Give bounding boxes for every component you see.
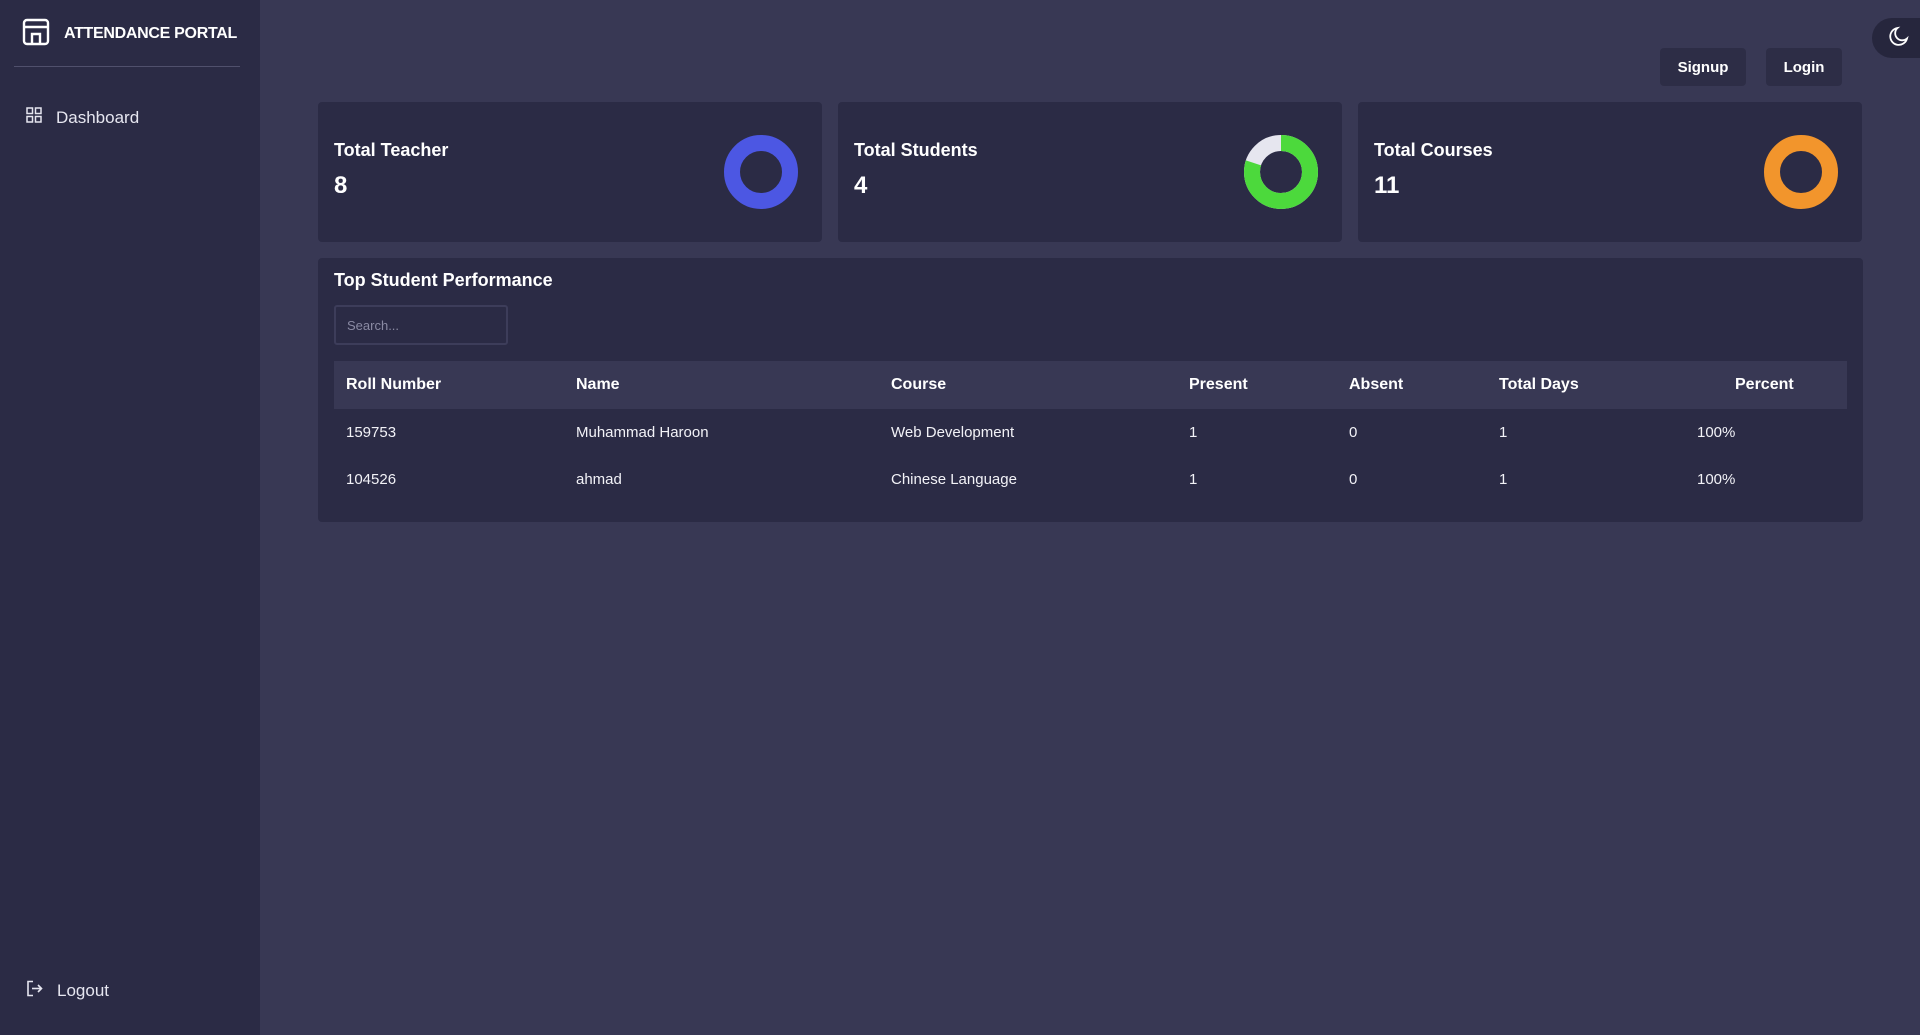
moon-icon — [1888, 25, 1910, 52]
grid-icon — [26, 107, 42, 128]
column-header[interactable]: Total Days — [1499, 376, 1579, 394]
table-cell: 159753 — [346, 424, 397, 441]
performance-panel: Top Student Performance Roll Number Name… — [318, 258, 1863, 522]
stat-value: 8 — [334, 172, 348, 199]
brand-title: ATTENDANCE PORTAL — [64, 25, 237, 42]
table-row[interactable]: 104526 ahmad Chinese Language 1 0 1 100% — [334, 458, 1847, 504]
courses-donut-chart — [1764, 135, 1838, 209]
logout-label: Logout — [57, 981, 109, 1000]
column-header[interactable]: Absent — [1349, 376, 1403, 394]
table-cell: 100% — [1697, 424, 1736, 441]
stat-card-teachers: Total Teacher 8 — [318, 102, 822, 242]
stat-card-students: Total Students 4 — [838, 102, 1342, 242]
table-cell: Chinese Language — [891, 471, 1017, 488]
table-row[interactable]: 159753 Muhammad Haroon Web Development 1… — [334, 411, 1847, 457]
sidebar-item-label: Dashboard — [56, 107, 140, 127]
students-donut-chart — [1244, 135, 1318, 209]
table-cell: 1 — [1499, 471, 1508, 488]
donut-ring — [1764, 135, 1838, 209]
brand[interactable]: ATTENDANCE PORTAL — [22, 18, 237, 50]
stat-card-courses: Total Courses 11 — [1358, 102, 1862, 242]
column-header[interactable]: Course — [891, 376, 946, 394]
table-cell: 0 — [1349, 424, 1358, 441]
table-cell: 0 — [1349, 471, 1358, 488]
teacher-donut-chart — [724, 135, 798, 209]
logout-icon — [26, 980, 43, 1002]
table-cell: 1 — [1499, 424, 1508, 441]
table-cell: 1 — [1189, 424, 1198, 441]
panel-title: Top Student Performance — [334, 270, 553, 290]
theme-toggle[interactable] — [1872, 18, 1920, 58]
sidebar: ATTENDANCE PORTAL Dashboard Logout — [0, 0, 260, 1035]
table-cell: 104526 — [346, 471, 397, 488]
table-cell: 100% — [1697, 471, 1736, 488]
signup-button[interactable]: Signup — [1660, 48, 1746, 86]
logout-button[interactable]: Logout — [26, 980, 109, 1002]
table-cell: Web Development — [891, 424, 1015, 441]
sidebar-divider — [14, 66, 240, 67]
column-header[interactable]: Roll Number — [346, 376, 441, 394]
stat-value: 4 — [854, 172, 868, 199]
login-button[interactable]: Login — [1766, 48, 1842, 86]
search-input[interactable] — [334, 305, 508, 345]
stat-label: Total Courses — [1374, 140, 1493, 160]
stat-label: Total Students — [854, 140, 978, 160]
table-cell: ahmad — [576, 471, 622, 488]
stat-value: 11 — [1374, 172, 1400, 199]
stat-label: Total Teacher — [334, 140, 449, 160]
table-cell: 1 — [1189, 471, 1198, 488]
table-cell: Muhammad Haroon — [576, 424, 709, 441]
column-header[interactable]: Present — [1189, 376, 1248, 394]
donut-ring — [724, 135, 798, 209]
store-icon — [22, 18, 50, 51]
table-header: Roll Number Name Course Present Absent T… — [334, 361, 1847, 409]
column-header[interactable]: Name — [576, 376, 620, 394]
column-header[interactable]: Percent — [1735, 376, 1794, 394]
sidebar-item-dashboard[interactable]: Dashboard — [26, 107, 139, 128]
